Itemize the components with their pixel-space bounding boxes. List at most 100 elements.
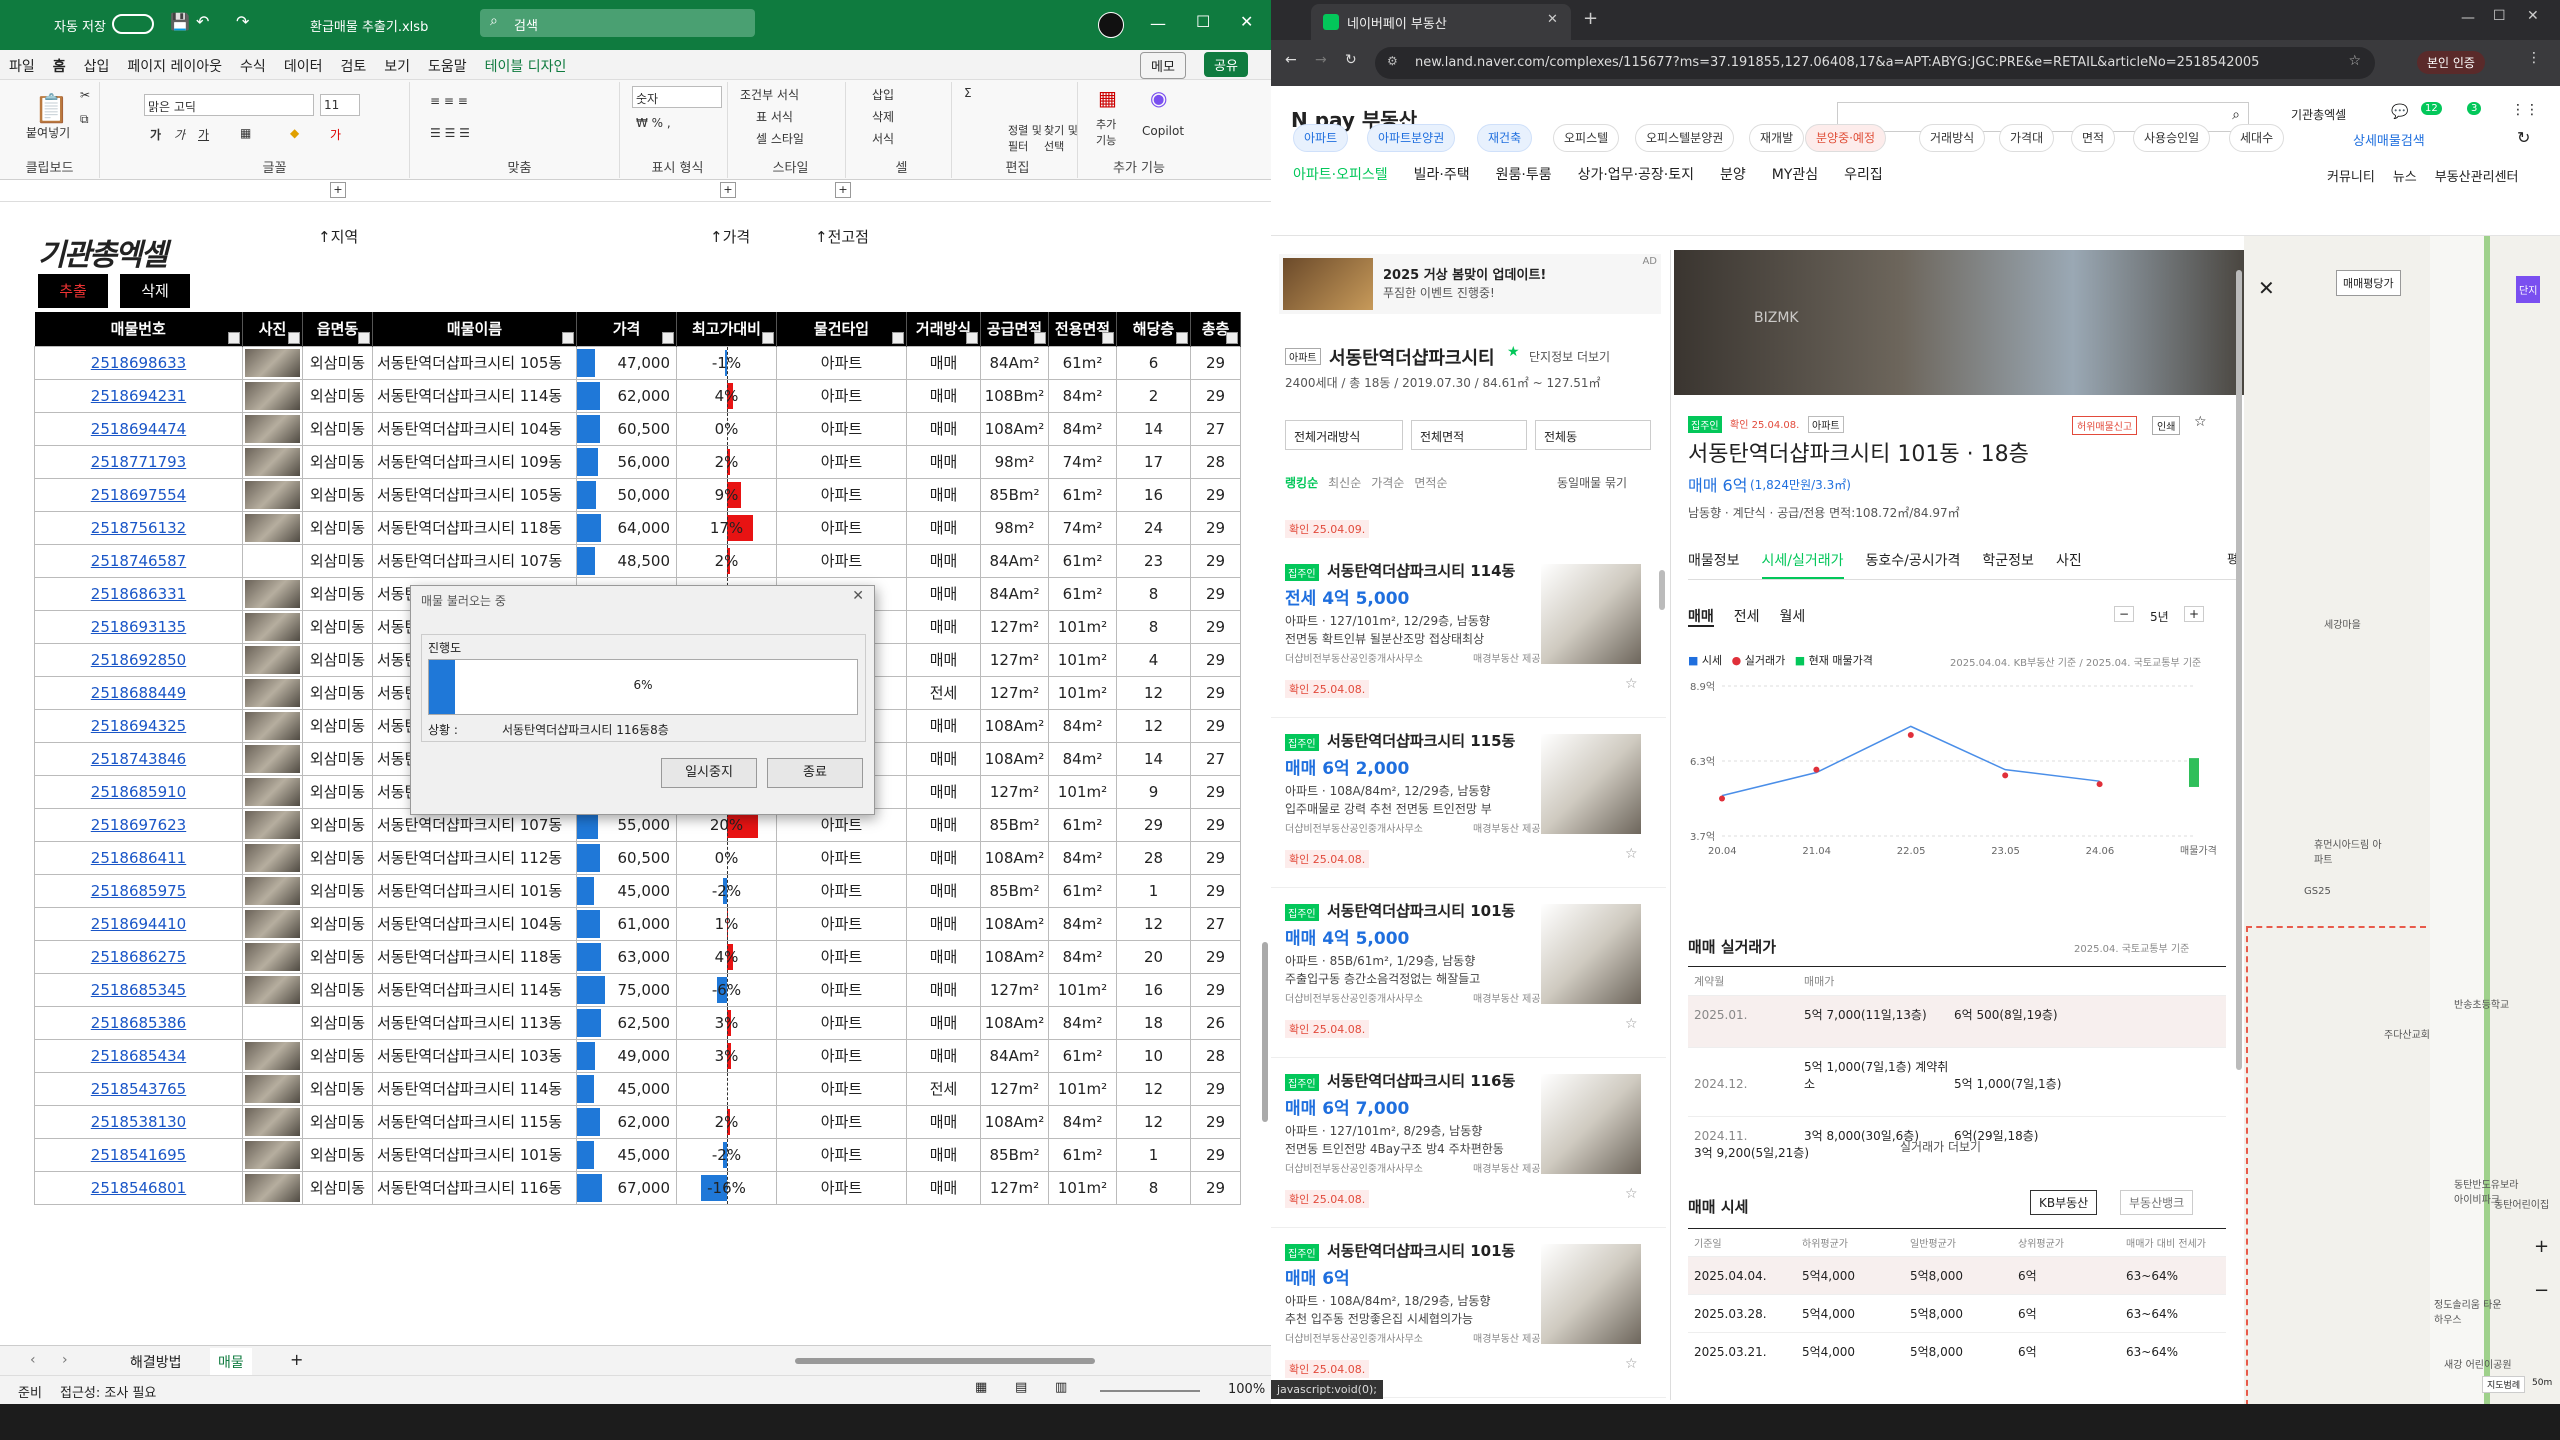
table-row[interactable]: 2518697554 외삼미동 서동탄역더샵파크시티 105동 50,000 9% 아파트… [34,477,1241,512]
subtab-jeonse[interactable]: 전세 [1734,609,1760,625]
report-button[interactable]: 허위매물신고 [2072,416,2138,435]
nav-presale[interactable]: 분양 [1720,167,1746,183]
search-icon[interactable]: ⌕ [2232,107,2240,123]
listing-id-link[interactable]: 2518686411 [34,840,243,875]
listing-id-link[interactable]: 2518543765 [34,1071,243,1106]
search-box[interactable]: ⌕ 검색 [480,9,755,37]
font-color-icon[interactable]: 가 [330,126,341,143]
share-button[interactable]: 공유 [1204,52,1248,77]
filter-dropdown-icon[interactable] [288,331,300,344]
filter-dropdown-icon[interactable] [1034,331,1046,344]
autosave-toggle[interactable] [112,14,154,34]
table-row[interactable]: 2518771793 외삼미동 서동탄역더샵파크시티 109동 56,000 2% 아파트… [34,444,1241,479]
map-poi-label[interactable]: 주다산교회 [2384,1026,2430,1041]
listing-id-link[interactable]: 2518697554 [34,477,243,512]
filter-approval[interactable]: 사용승인일 [2133,124,2211,152]
table-row[interactable]: 2518685386 외삼미동 서동탄역더샵파크시티 113동 62,500 3% 아파트… [34,1005,1241,1040]
tab-layout[interactable]: 페이지 레이아웃 [118,50,231,82]
tab-view[interactable]: 보기 [375,50,419,82]
sort-latest[interactable]: 최신순 [1328,476,1361,490]
nav-myhome[interactable]: 우리집 [1844,167,1883,183]
undo-icon[interactable]: ↶ [196,12,209,31]
align-left-icon[interactable]: ☰ ☰ ☰ [430,126,470,140]
column-header[interactable]: 읍면동 [302,312,373,346]
listing-id-link[interactable]: 2518541695 [34,1137,243,1172]
tab-photo[interactable]: 사진 [2056,553,2082,569]
map-poi-label[interactable]: 반송초등학교 [2454,996,2509,1011]
favorite-icon[interactable]: ☆ [1625,1186,1638,1202]
map-poi-label[interactable]: 휴먼시아드림 아파트 [2314,836,2384,866]
close-icon[interactable]: ✕ [2527,8,2539,24]
table-row[interactable]: 2518746587 외삼미동 서동탄역더샵파크시티 107동 48,500 2% 아파트… [34,543,1241,578]
table-row[interactable]: 2518694474 외삼미동 서동탄역더샵파크시티 104동 60,500 0% 아파트… [34,411,1241,446]
stop-button[interactable]: 종료 [767,758,863,788]
nav-community[interactable]: 커뮤니티 [2327,170,2375,185]
trade-type-select[interactable]: 전체거래방식 [1285,420,1403,450]
table-row[interactable]: 2518694231 외삼미동 서동탄역더샵파크시티 114동 62,000 4% 아파트… [34,378,1241,413]
listing-id-link[interactable]: 2518743846 [34,741,243,776]
table-row[interactable]: 2518686275 외삼미동 서동탄역더샵파크시티 118동 63,000 4% 아파트… [34,939,1241,974]
table-row[interactable]: 2518685975 외삼미동 서동탄역더샵파크시티 101동 45,000 -2% 아파… [34,873,1241,908]
map-poi-label[interactable]: 동탄어린이집 [2494,1196,2549,1211]
format-button[interactable]: 서식 [872,130,894,147]
listing-id-link[interactable]: 2518686331 [34,576,243,611]
chip-officetel-presale[interactable]: 오피스텔분양권 [1635,124,1735,152]
kb-button[interactable]: KB부동산 [2030,1190,2098,1215]
filter-area[interactable]: 면적 [2071,124,2116,152]
align-top-icon[interactable]: ≡ ≡ ≡ [430,94,468,108]
redo-icon[interactable]: ↷ [236,12,249,31]
copilot-icon[interactable]: ◉ [1150,86,1167,110]
filter-dropdown-icon[interactable] [662,331,674,344]
table-row[interactable]: 2518538130 외삼미동 서동탄역더샵파크시티 115동 62,000 2% 아파트… [34,1104,1241,1139]
tab-review[interactable]: 검토 [331,50,375,82]
chip-apt-presale[interactable]: 아파트분양권 [1367,124,1456,152]
expand-icon[interactable]: + [720,182,736,198]
subtab-sale[interactable]: 매매 [1688,609,1714,627]
listing-card[interactable]: 집주인 서동탄역더샵파크시티 114동 전세 4억 5,000 아파트 · 127/1… [1271,550,1666,718]
font-name-select[interactable]: 맑은 고딕 [144,94,314,116]
column-header[interactable]: 사진 [242,312,303,346]
active-tab[interactable]: 네이버페이 부동산 ✕ [1311,4,1571,40]
italic-button[interactable]: 가 [174,126,185,143]
filter-dropdown-icon[interactable] [562,331,574,344]
map-panel[interactable]: ✕ 매매평당가 단지 세강마을 휴먼시아드림 아파트 GS25 반송초등학교 주다산교회… [2244,236,2560,1404]
tab-file[interactable]: 파일 [0,50,44,82]
listing-id-link[interactable]: 2518697623 [34,807,243,842]
currency-icon[interactable]: ₩ % , [636,116,671,130]
table-row[interactable]: 2518685345 외삼미동 서동탄역더샵파크시티 114동 75,000 -6% 아파… [34,972,1241,1007]
filter-dropdown-icon[interactable] [1226,331,1238,344]
close-icon[interactable]: ✕ [852,588,864,604]
column-header[interactable]: 매물번호 [34,312,243,346]
bank-button[interactable]: 부동산뱅크 [2120,1190,2194,1215]
listing-id-link[interactable]: 2518685386 [34,1005,243,1040]
column-header[interactable]: 가격 [576,312,677,346]
column-header[interactable]: 해당층 [1116,312,1191,346]
column-header[interactable]: 거래방식 [906,312,981,346]
delete-button[interactable]: 삭제 [872,108,894,125]
column-header[interactable]: 최고가대비 [676,312,777,346]
card-thumbnail[interactable] [1541,1074,1641,1174]
back-icon[interactable]: ← [1285,52,1297,68]
listing-id-link[interactable]: 2518746587 [34,543,243,578]
listing-id-link[interactable]: 2518694231 [34,378,243,413]
listing-card[interactable]: 집주인 서동탄역더샵파크시티 101동 매매 6억 아파트 · 108A/84m², … [1271,1230,1666,1398]
bold-button[interactable]: 가 [150,126,161,143]
filter-dropdown-icon[interactable] [1102,331,1114,344]
plus-icon[interactable]: + [2184,606,2204,622]
listing-id-link[interactable]: 2518698633 [34,345,243,380]
addin-button[interactable]: 추가 기능 [1096,116,1116,148]
filter-dropdown-icon[interactable] [228,331,240,344]
map-poi-label[interactable]: 세강마을 [2324,616,2361,631]
table-row[interactable]: 2518685434 외삼미동 서동탄역더샵파크시티 103동 49,000 3% 아파트… [34,1038,1241,1073]
vertical-scrollbar[interactable] [1262,942,1268,1122]
sheet-tab-listing[interactable]: 매물 [210,1348,252,1378]
map-poi-label[interactable]: 새강 어린이공원 [2444,1356,2512,1371]
verify-button[interactable]: 본인 인증 [2417,51,2485,74]
column-header[interactable]: 공급면적 [980,312,1049,346]
pause-button[interactable]: 일시중지 [661,758,757,788]
table-format-button[interactable]: 표 서식 [756,108,793,125]
listing-photo[interactable]: BIZMK [1674,250,2244,395]
dong-select[interactable]: 전체동 [1535,420,1651,450]
listing-id-link[interactable]: 2518685434 [34,1038,243,1073]
nav-news[interactable]: 뉴스 [2393,170,2417,185]
